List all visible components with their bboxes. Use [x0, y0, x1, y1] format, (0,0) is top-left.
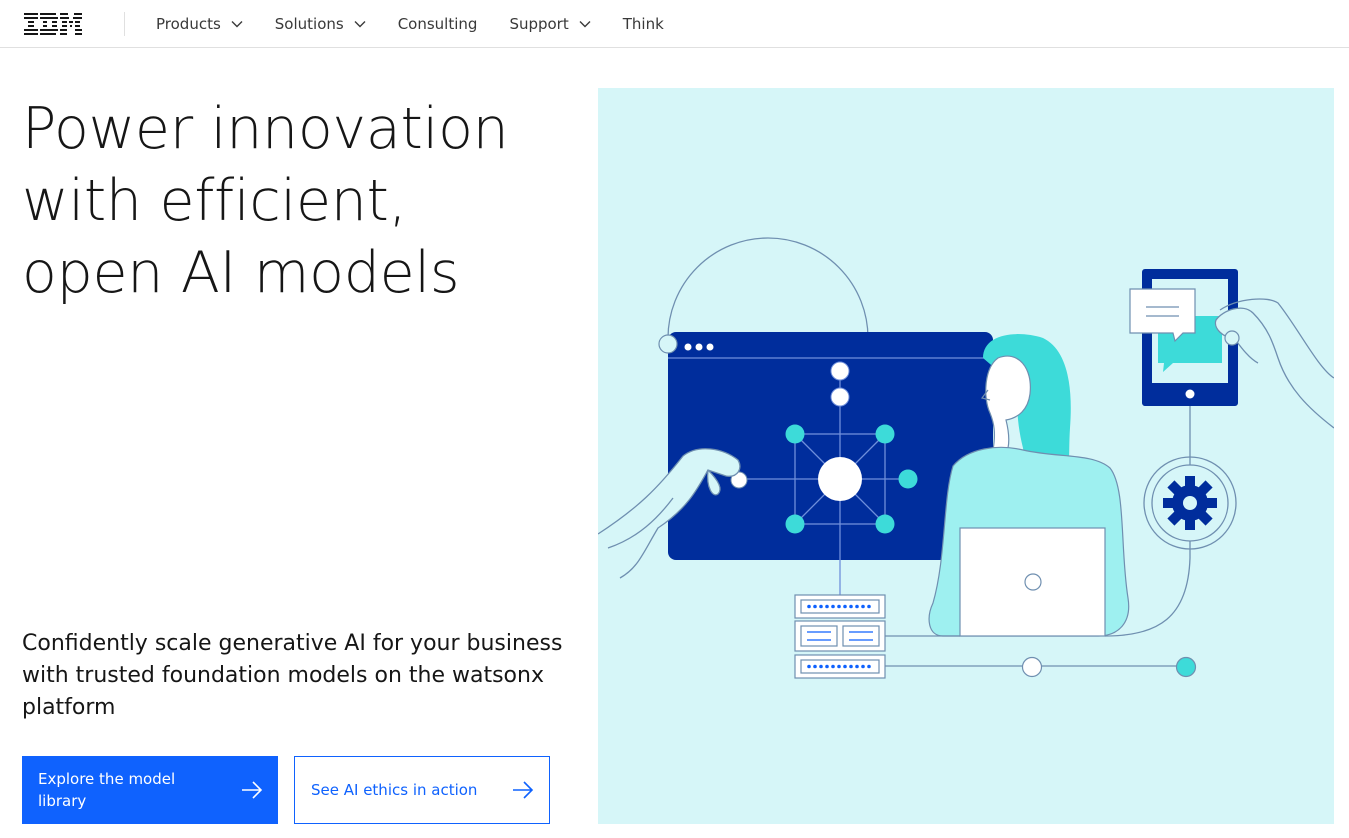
nav-item-label: Support [509, 14, 569, 33]
ai-collaboration-illustration [598, 237, 1334, 679]
ibm-logo[interactable] [22, 10, 84, 36]
arrow-right-icon [242, 781, 263, 799]
hero-title-line: open AI models [22, 240, 460, 306]
nav-item-products[interactable]: Products [140, 0, 259, 47]
nav-item-consulting[interactable]: Consulting [382, 0, 494, 47]
arrow-right-icon [513, 781, 534, 799]
main-menu: Products Solutions Consulting Support Th… [140, 0, 680, 47]
nav-item-label: Think [622, 14, 664, 33]
ibm-logo-graphic [24, 13, 82, 35]
nav-divider [124, 12, 125, 36]
explore-model-library-button[interactable]: Explore the model library [22, 756, 278, 824]
hero-subtitle: Confidently scale generative AI for your… [22, 631, 563, 720]
chevron-down-icon [579, 20, 591, 27]
see-ai-ethics-button[interactable]: See AI ethics in action [294, 756, 550, 824]
chevron-down-icon [231, 20, 243, 27]
nav-item-support[interactable]: Support [493, 0, 606, 47]
hero-title-line: Power innovation [22, 96, 509, 162]
nav-item-think[interactable]: Think [607, 0, 680, 47]
nav-item-solutions[interactable]: Solutions [259, 0, 382, 47]
hero-title: Power innovation with efficient, open AI… [22, 93, 582, 309]
chevron-down-icon [354, 20, 366, 27]
top-navigation: Products Solutions Consulting Support Th… [0, 0, 1349, 48]
nav-item-label: Products [156, 14, 221, 33]
nav-item-label: Solutions [274, 14, 344, 33]
nav-item-label: Consulting [397, 14, 478, 33]
button-label: Explore the model library [38, 770, 176, 810]
hero-title-line: with efficient, [22, 168, 407, 234]
hero-illustration [598, 88, 1334, 824]
button-label: See AI ethics in action [311, 781, 478, 799]
